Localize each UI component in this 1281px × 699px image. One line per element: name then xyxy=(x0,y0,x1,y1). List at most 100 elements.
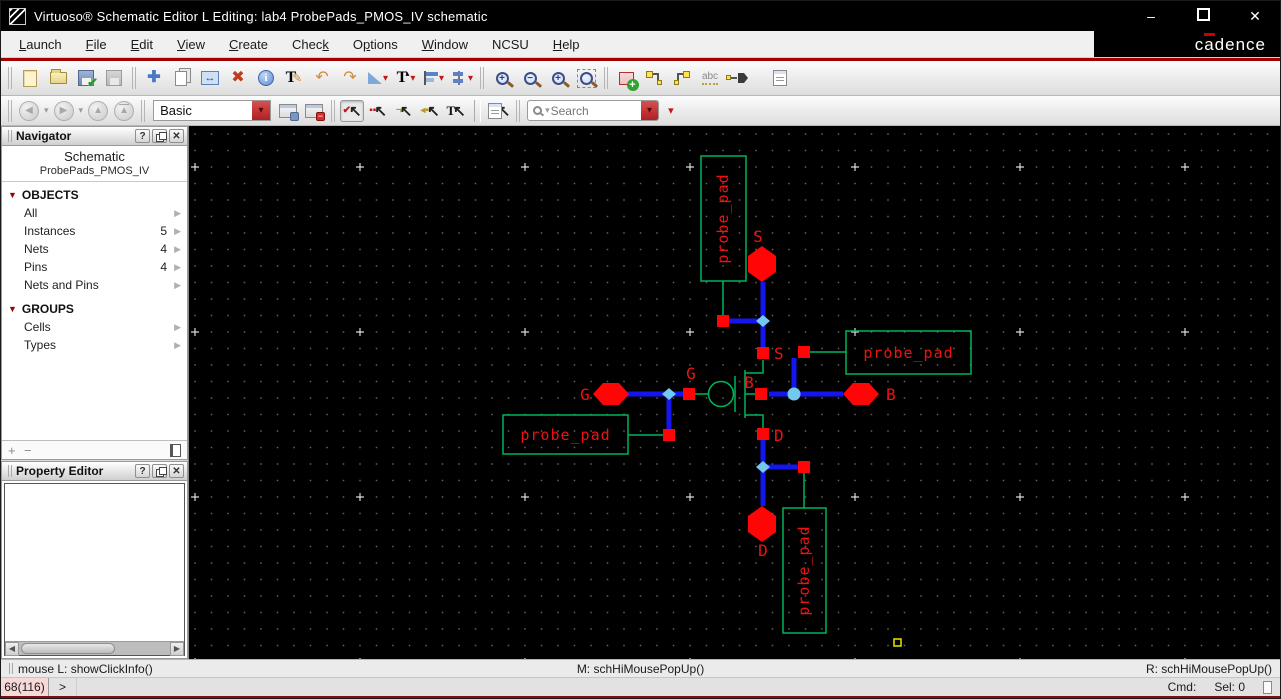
zoom-out-button[interactable]: − xyxy=(517,65,543,91)
check-and-save-button[interactable]: ✔ xyxy=(73,65,99,91)
property-editor-close-button[interactable]: ✕ xyxy=(169,464,184,478)
expand-icon[interactable]: ▶ xyxy=(167,322,181,333)
back-button[interactable]: ◀ xyxy=(17,100,41,122)
terminal-square[interactable] xyxy=(798,346,810,358)
open-button[interactable] xyxy=(45,65,71,91)
toolbar-grip[interactable] xyxy=(331,99,336,122)
scroll-track[interactable] xyxy=(19,642,170,655)
new-file-button[interactable] xyxy=(17,65,43,91)
move-button[interactable]: ✚ xyxy=(141,65,167,91)
toolbar-grip[interactable] xyxy=(604,67,608,89)
expand-icon[interactable]: ▶ xyxy=(167,226,181,237)
align-button[interactable]: ▾ xyxy=(421,65,447,91)
expand-icon[interactable]: ▶ xyxy=(167,262,181,273)
close-button[interactable]: ✕ xyxy=(1244,8,1266,25)
create-wire-button[interactable] xyxy=(641,65,667,91)
up-hierarchy-button[interactable]: ▲ xyxy=(86,100,110,122)
menu-check[interactable]: Check xyxy=(280,37,341,52)
tree-section-objects[interactable]: ▼ OBJECTS xyxy=(2,186,187,204)
menu-create[interactable]: Create xyxy=(217,37,280,52)
full-selection-button[interactable]: ✔ ↖ xyxy=(340,99,365,122)
label-dropdown[interactable]: ▾ xyxy=(410,73,415,84)
scroll-left-button[interactable]: ◀ xyxy=(5,641,19,656)
property-editor-header[interactable]: Property Editor ? ✕ xyxy=(2,462,187,481)
terminal-square-b[interactable] xyxy=(755,388,767,400)
delete-button[interactable]: ✖ xyxy=(225,65,251,91)
toolbar-grip[interactable] xyxy=(132,67,136,89)
edit-properties-button[interactable]: T ✎ xyxy=(281,65,307,91)
wire-selection-button[interactable]: ¬ ↖ xyxy=(392,100,416,122)
scroll-right-button[interactable]: ▶ xyxy=(170,641,184,656)
expand-icon[interactable]: ▶ xyxy=(167,340,181,351)
navigator-close-button[interactable]: ✕ xyxy=(169,129,184,143)
probe-dropdown[interactable]: ▾ xyxy=(383,73,388,84)
partial-selection-button[interactable]: ▪▪ ↖ xyxy=(366,100,390,122)
property-list-button[interactable]: ↖ xyxy=(487,100,511,122)
create-note-button[interactable] xyxy=(767,65,793,91)
minimize-button[interactable]: – xyxy=(1140,8,1162,24)
menu-help[interactable]: Help xyxy=(541,37,592,52)
create-pin-button[interactable] xyxy=(725,65,751,91)
menu-view[interactable]: View xyxy=(165,37,217,52)
copy-button[interactable] xyxy=(169,65,195,91)
add-filter-button[interactable]: + xyxy=(8,443,24,458)
save-workspace-button[interactable] xyxy=(276,100,300,122)
tree-item-nets-and-pins[interactable]: Nets and Pins ▶ xyxy=(2,276,187,294)
create-wide-wire-button[interactable] xyxy=(669,65,695,91)
menu-ncsu[interactable]: NCSU xyxy=(480,37,541,52)
back-dropdown[interactable]: ▾ xyxy=(44,105,49,116)
remove-filter-button[interactable]: − xyxy=(24,443,40,458)
resize-grip[interactable] xyxy=(1263,680,1272,694)
search-scope-dropdown[interactable]: ▾ xyxy=(545,105,550,116)
create-wire-name-button[interactable]: abc xyxy=(697,65,723,91)
distribute-dropdown[interactable]: ▾ xyxy=(468,73,473,84)
toolbar-grip[interactable] xyxy=(8,99,12,122)
terminal-square-d[interactable] xyxy=(757,428,769,440)
forward-dropdown[interactable]: ▾ xyxy=(79,105,84,116)
menu-launch[interactable]: Launch xyxy=(7,37,74,52)
terminal-square-g[interactable] xyxy=(683,388,695,400)
property-editor-float-button[interactable] xyxy=(152,464,167,478)
property-editor-help-button[interactable]: ? xyxy=(135,464,150,478)
tree-item-pins[interactable]: Pins 4 ▶ xyxy=(2,258,187,276)
menu-file[interactable]: File xyxy=(74,37,119,52)
tree-item-all[interactable]: All ▶ xyxy=(2,204,187,222)
top-hierarchy-button[interactable]: ▲ xyxy=(112,100,136,122)
redo-button[interactable]: ↷ xyxy=(337,65,363,91)
menu-edit[interactable]: Edit xyxy=(119,37,165,52)
tree-item-instances[interactable]: Instances 5 ▶ xyxy=(2,222,187,240)
undo-button[interactable]: ↶ xyxy=(309,65,335,91)
navigator-header[interactable]: Navigator ? ✕ xyxy=(2,127,187,146)
toolbar-grip[interactable] xyxy=(141,99,146,122)
align-dropdown[interactable]: ▾ xyxy=(439,73,444,84)
zoom-area-button[interactable] xyxy=(573,65,599,91)
zoom-fit-button[interactable]: + xyxy=(545,65,571,91)
workspace-dropdown-button[interactable]: ▾ xyxy=(252,101,271,120)
command-input[interactable] xyxy=(77,678,1168,696)
terminal-square-s[interactable] xyxy=(757,347,769,359)
search-input[interactable] xyxy=(550,103,642,118)
terminal-square[interactable] xyxy=(798,461,810,473)
distribute-button[interactable]: ▾ xyxy=(449,65,475,91)
property-editor-content[interactable] xyxy=(5,484,184,641)
menu-window[interactable]: Window xyxy=(410,37,480,52)
maximize-button[interactable] xyxy=(1192,8,1214,24)
create-instance-button[interactable] xyxy=(613,65,639,91)
expand-icon[interactable]: ▶ xyxy=(167,244,181,255)
search-field[interactable]: ▾ ▾ xyxy=(527,100,660,121)
tree-item-cells[interactable]: Cells ▶ xyxy=(2,318,187,336)
search-dropdown-button[interactable]: ▾ xyxy=(641,101,659,120)
collapse-icon[interactable]: ▼ xyxy=(8,190,17,200)
schematic-canvas[interactable]: probe_pad probe_pad probe_pad probe_pad xyxy=(189,126,1280,659)
navigator-float-button[interactable] xyxy=(152,129,167,143)
probe-button[interactable]: ▾ xyxy=(365,65,391,91)
toolbar-grip[interactable] xyxy=(8,67,12,89)
terminal-square[interactable] xyxy=(663,429,675,441)
property-editor-hscrollbar[interactable]: ◀ ▶ xyxy=(5,641,184,656)
panel-layout-icon[interactable] xyxy=(170,443,181,457)
expand-icon[interactable]: ▶ xyxy=(167,208,181,219)
search-options-dropdown[interactable]: ▾ xyxy=(664,104,678,117)
delete-workspace-button[interactable]: − xyxy=(302,100,326,122)
scroll-thumb[interactable] xyxy=(21,643,115,654)
tree-item-nets[interactable]: Nets 4 ▶ xyxy=(2,240,187,258)
